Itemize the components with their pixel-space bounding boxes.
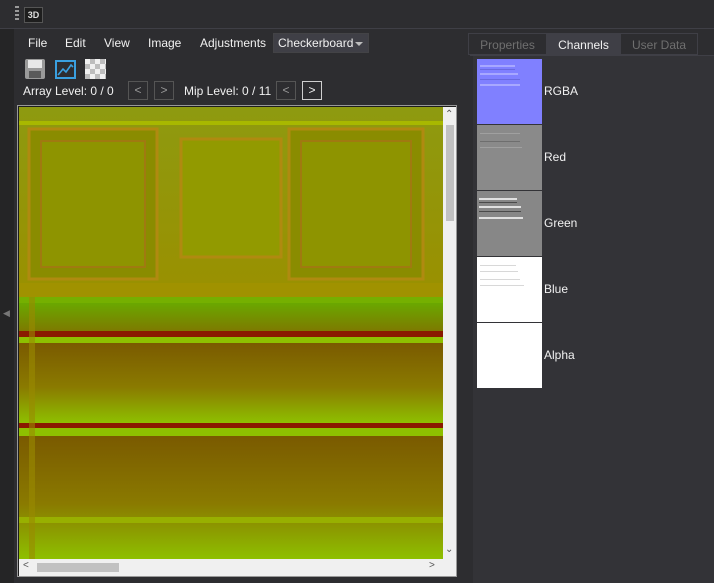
vertical-scrollbar[interactable]: ⌃ ⌄ [443, 107, 456, 559]
drag-grip-icon[interactable] [15, 6, 19, 22]
scrollbar-corner [443, 559, 456, 576]
mip-next-button[interactable]: > [302, 81, 322, 100]
left-collapsed-panel [0, 29, 14, 583]
channel-label: RGBA [544, 84, 579, 98]
channel-list: RGBA Red Green Blue Alpha [473, 56, 714, 583]
channel-thumbnail [477, 59, 542, 124]
channel-label: Red [544, 150, 567, 164]
menu-edit[interactable]: Edit [65, 34, 86, 52]
tab-user-data[interactable]: User Data [620, 33, 698, 55]
scroll-left-icon[interactable]: < [23, 560, 29, 571]
save-icon[interactable] [25, 59, 45, 79]
texture-image [19, 107, 443, 559]
menu-file[interactable]: File [28, 34, 47, 52]
channel-thumbnail [477, 257, 542, 322]
menu-view[interactable]: View [104, 34, 130, 52]
channel-item-alpha[interactable]: Alpha [477, 323, 711, 389]
chevron-down-icon [355, 42, 363, 46]
channel-label: Green [544, 216, 578, 230]
scroll-up-icon[interactable]: ⌃ [445, 109, 453, 120]
horizontal-scrollbar[interactable]: < > [19, 559, 443, 576]
view-mode-value: Checkerboard [278, 36, 354, 50]
checkerboard-icon[interactable] [85, 59, 106, 79]
vertical-scroll-thumb[interactable] [446, 125, 454, 221]
scroll-down-icon[interactable]: ⌄ [445, 544, 453, 555]
image-icon[interactable] [55, 60, 76, 79]
document-title-strip [0, 0, 714, 29]
view-mode-dropdown[interactable]: Checkerboard [273, 33, 369, 53]
mip-prev-button[interactable]: < [276, 81, 296, 100]
array-next-button[interactable]: > [154, 81, 174, 100]
channel-label: Alpha [544, 348, 575, 362]
channel-label: Blue [544, 282, 569, 296]
menu-image[interactable]: Image [148, 34, 181, 52]
mip-level-label: Mip Level: 0 / 11 [184, 84, 272, 98]
horizontal-scroll-thumb[interactable] [37, 563, 119, 572]
channel-item-blue[interactable]: Blue [477, 257, 711, 323]
channel-item-green[interactable]: Green [477, 191, 711, 257]
channel-thumbnail [477, 191, 542, 256]
tab-channels[interactable]: Channels [547, 33, 620, 55]
channel-item-rgba[interactable]: RGBA [477, 59, 711, 125]
channel-thumbnail [477, 125, 542, 190]
channel-item-red[interactable]: Red [477, 125, 711, 191]
array-level-label: Array Level: 0 / 0 [23, 84, 114, 98]
menu-adjustments[interactable]: Adjustments [200, 34, 266, 52]
texture-viewport[interactable]: ⌃ ⌄ < > [17, 105, 457, 577]
tab-properties[interactable]: Properties [468, 33, 547, 55]
scroll-right-icon[interactable]: > [429, 560, 435, 571]
array-prev-button[interactable]: < [128, 81, 148, 100]
app-logo-icon: 3D [24, 7, 43, 23]
channel-thumbnail [477, 323, 542, 388]
collapse-left-icon[interactable]: ◀ [3, 308, 10, 319]
